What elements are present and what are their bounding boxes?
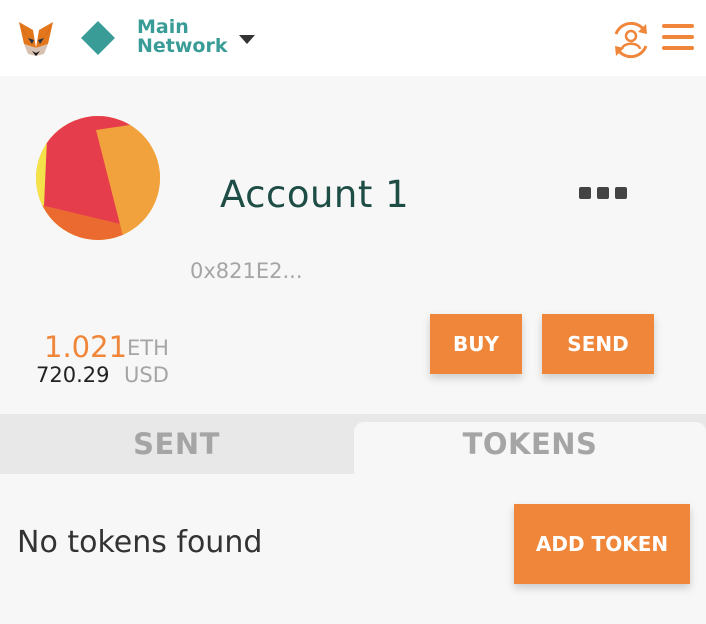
account-switch-icon[interactable]: [610, 20, 652, 60]
chevron-down-icon[interactable]: [239, 35, 255, 44]
menu-icon[interactable]: [662, 24, 694, 50]
usd-unit-label: USD: [124, 363, 169, 387]
tab-bar: SENT TOKENS: [0, 414, 706, 474]
usd-balance: 720.29: [36, 363, 110, 387]
account-identicon[interactable]: [36, 116, 160, 240]
eth-balance: 1.021: [44, 330, 128, 364]
network-diamond-icon[interactable]: [81, 21, 115, 55]
metamask-fox-icon[interactable]: [16, 18, 56, 58]
tab-sent[interactable]: SENT: [0, 414, 353, 474]
app-header: Main Network: [0, 0, 706, 76]
send-button[interactable]: SEND: [542, 314, 654, 374]
buy-button[interactable]: BUY: [430, 314, 522, 374]
add-token-button[interactable]: ADD TOKEN: [514, 504, 690, 584]
account-name: Account 1: [220, 173, 410, 216]
network-name[interactable]: Main Network: [137, 18, 237, 56]
account-address[interactable]: 0x821E2...: [190, 258, 303, 284]
tab-tokens[interactable]: TOKENS: [354, 422, 706, 474]
eth-unit-label: ETH: [127, 336, 169, 360]
more-dots-icon[interactable]: [576, 182, 630, 204]
no-tokens-message: No tokens found: [17, 525, 263, 560]
